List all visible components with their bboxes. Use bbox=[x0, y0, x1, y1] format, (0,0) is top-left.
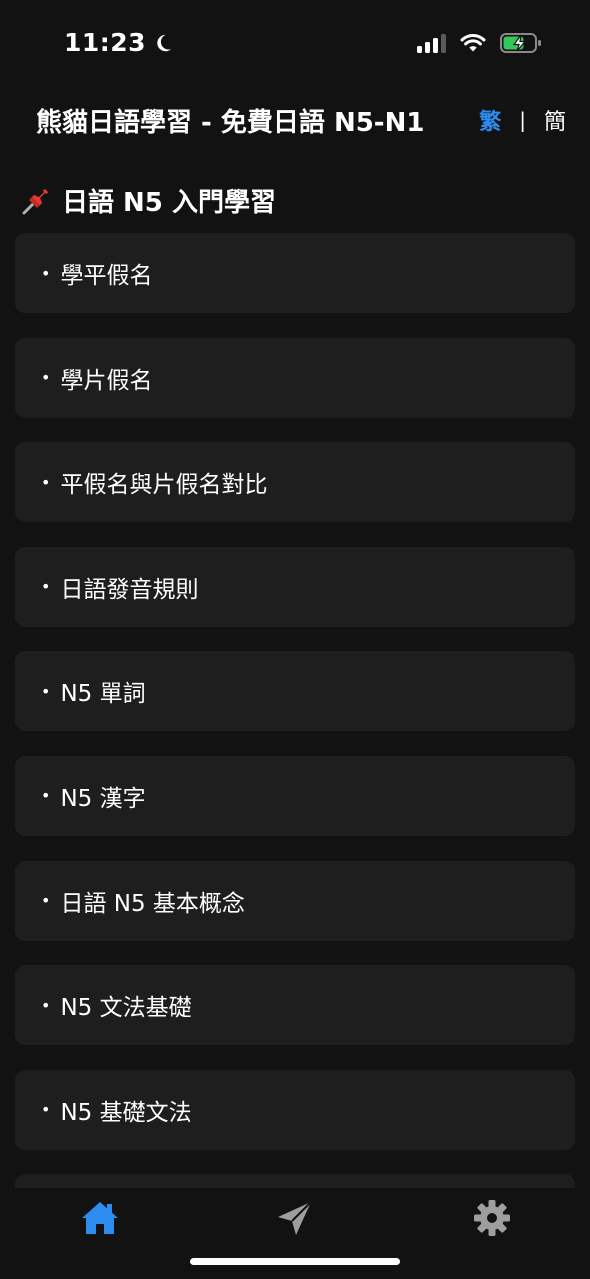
home-icon[interactable] bbox=[80, 1198, 120, 1238]
bullet: • bbox=[41, 891, 51, 911]
list-item-n5-basic-concepts[interactable]: • 日語 N5 基本概念 bbox=[15, 860, 575, 941]
list-item-label: 學片假名 bbox=[60, 367, 153, 394]
section-title: 日語 N5 入門學習 bbox=[18, 182, 276, 219]
list-item-label: N5 漢字 bbox=[60, 785, 146, 812]
status-time-group: 11:23 bbox=[64, 28, 174, 57]
gear-icon[interactable] bbox=[472, 1198, 512, 1238]
bullet: • bbox=[41, 263, 51, 283]
list-item-n5-kanji[interactable]: • N5 漢字 bbox=[15, 755, 575, 836]
list-item-label: 平假名與片假名對比 bbox=[60, 472, 268, 499]
list-item-label: N5 基礎文法 bbox=[60, 1099, 192, 1126]
bullet: • bbox=[41, 577, 51, 597]
bottom-tab-bar bbox=[0, 1188, 590, 1279]
language-separator: | bbox=[519, 108, 526, 132]
send-icon[interactable] bbox=[275, 1198, 315, 1238]
list-item-katakana[interactable]: • 學片假名 bbox=[15, 337, 575, 418]
wifi-icon bbox=[460, 33, 486, 52]
app-title: 熊貓日語學習 - 免費日語 N5-N1 bbox=[36, 108, 425, 138]
list-item-n5-vocabulary[interactable]: • N5 單詞 bbox=[15, 651, 575, 732]
bullet: • bbox=[41, 1100, 51, 1120]
list-item-label: 學平假名 bbox=[60, 263, 153, 289]
section-title-text: 日語 N5 入門學習 bbox=[62, 188, 276, 218]
list-item-pronunciation-rules[interactable]: • 日語發音規則 bbox=[15, 546, 575, 627]
screen: 11:23 熊貓日語學習 - 免費日語 N5-N1 繁 | 簡 日語 N5 入門… bbox=[0, 0, 590, 1279]
list-item-kana-comparison[interactable]: • 平假名與片假名對比 bbox=[15, 442, 575, 523]
list-item-n5-grammar-fundamentals[interactable]: • N5 文法基礎 bbox=[15, 965, 575, 1046]
battery-charging-icon bbox=[500, 33, 541, 53]
list-item-label: 日語 N5 基本概念 bbox=[60, 890, 245, 917]
traditional-chinese-button[interactable]: 繁 bbox=[479, 104, 501, 136]
bullet: • bbox=[41, 681, 51, 701]
app-header: 熊貓日語學習 - 免費日語 N5-N1 繁 | 簡 bbox=[0, 96, 590, 146]
list-item-label: N5 文法基礎 bbox=[60, 995, 192, 1022]
bullet: • bbox=[41, 995, 51, 1015]
list-item-hiragana[interactable]: • 學平假名 bbox=[15, 233, 575, 313]
moon-icon bbox=[157, 34, 172, 51]
bullet: • bbox=[41, 368, 51, 388]
list-item-n5-basic-grammar[interactable]: • N5 基礎文法 bbox=[15, 1069, 575, 1150]
language-switch: 繁 | 簡 bbox=[479, 104, 566, 136]
lesson-list: • 學平假名 • 學片假名 • 平假名與片假名對比 • 日語發音規則 • N5 … bbox=[15, 233, 575, 1279]
cellular-signal-icon bbox=[417, 33, 446, 53]
list-item-label: 日語發音規則 bbox=[60, 576, 199, 603]
status-bar: 11:23 bbox=[0, 0, 590, 88]
status-time: 11:23 bbox=[64, 28, 147, 57]
pushpin-icon bbox=[18, 183, 54, 219]
bullet: • bbox=[41, 786, 51, 806]
home-indicator bbox=[190, 1258, 400, 1265]
bullet: • bbox=[41, 472, 51, 492]
status-icons bbox=[417, 32, 542, 54]
simplified-chinese-button[interactable]: 簡 bbox=[544, 104, 566, 136]
list-item-label: N5 單詞 bbox=[60, 681, 146, 708]
